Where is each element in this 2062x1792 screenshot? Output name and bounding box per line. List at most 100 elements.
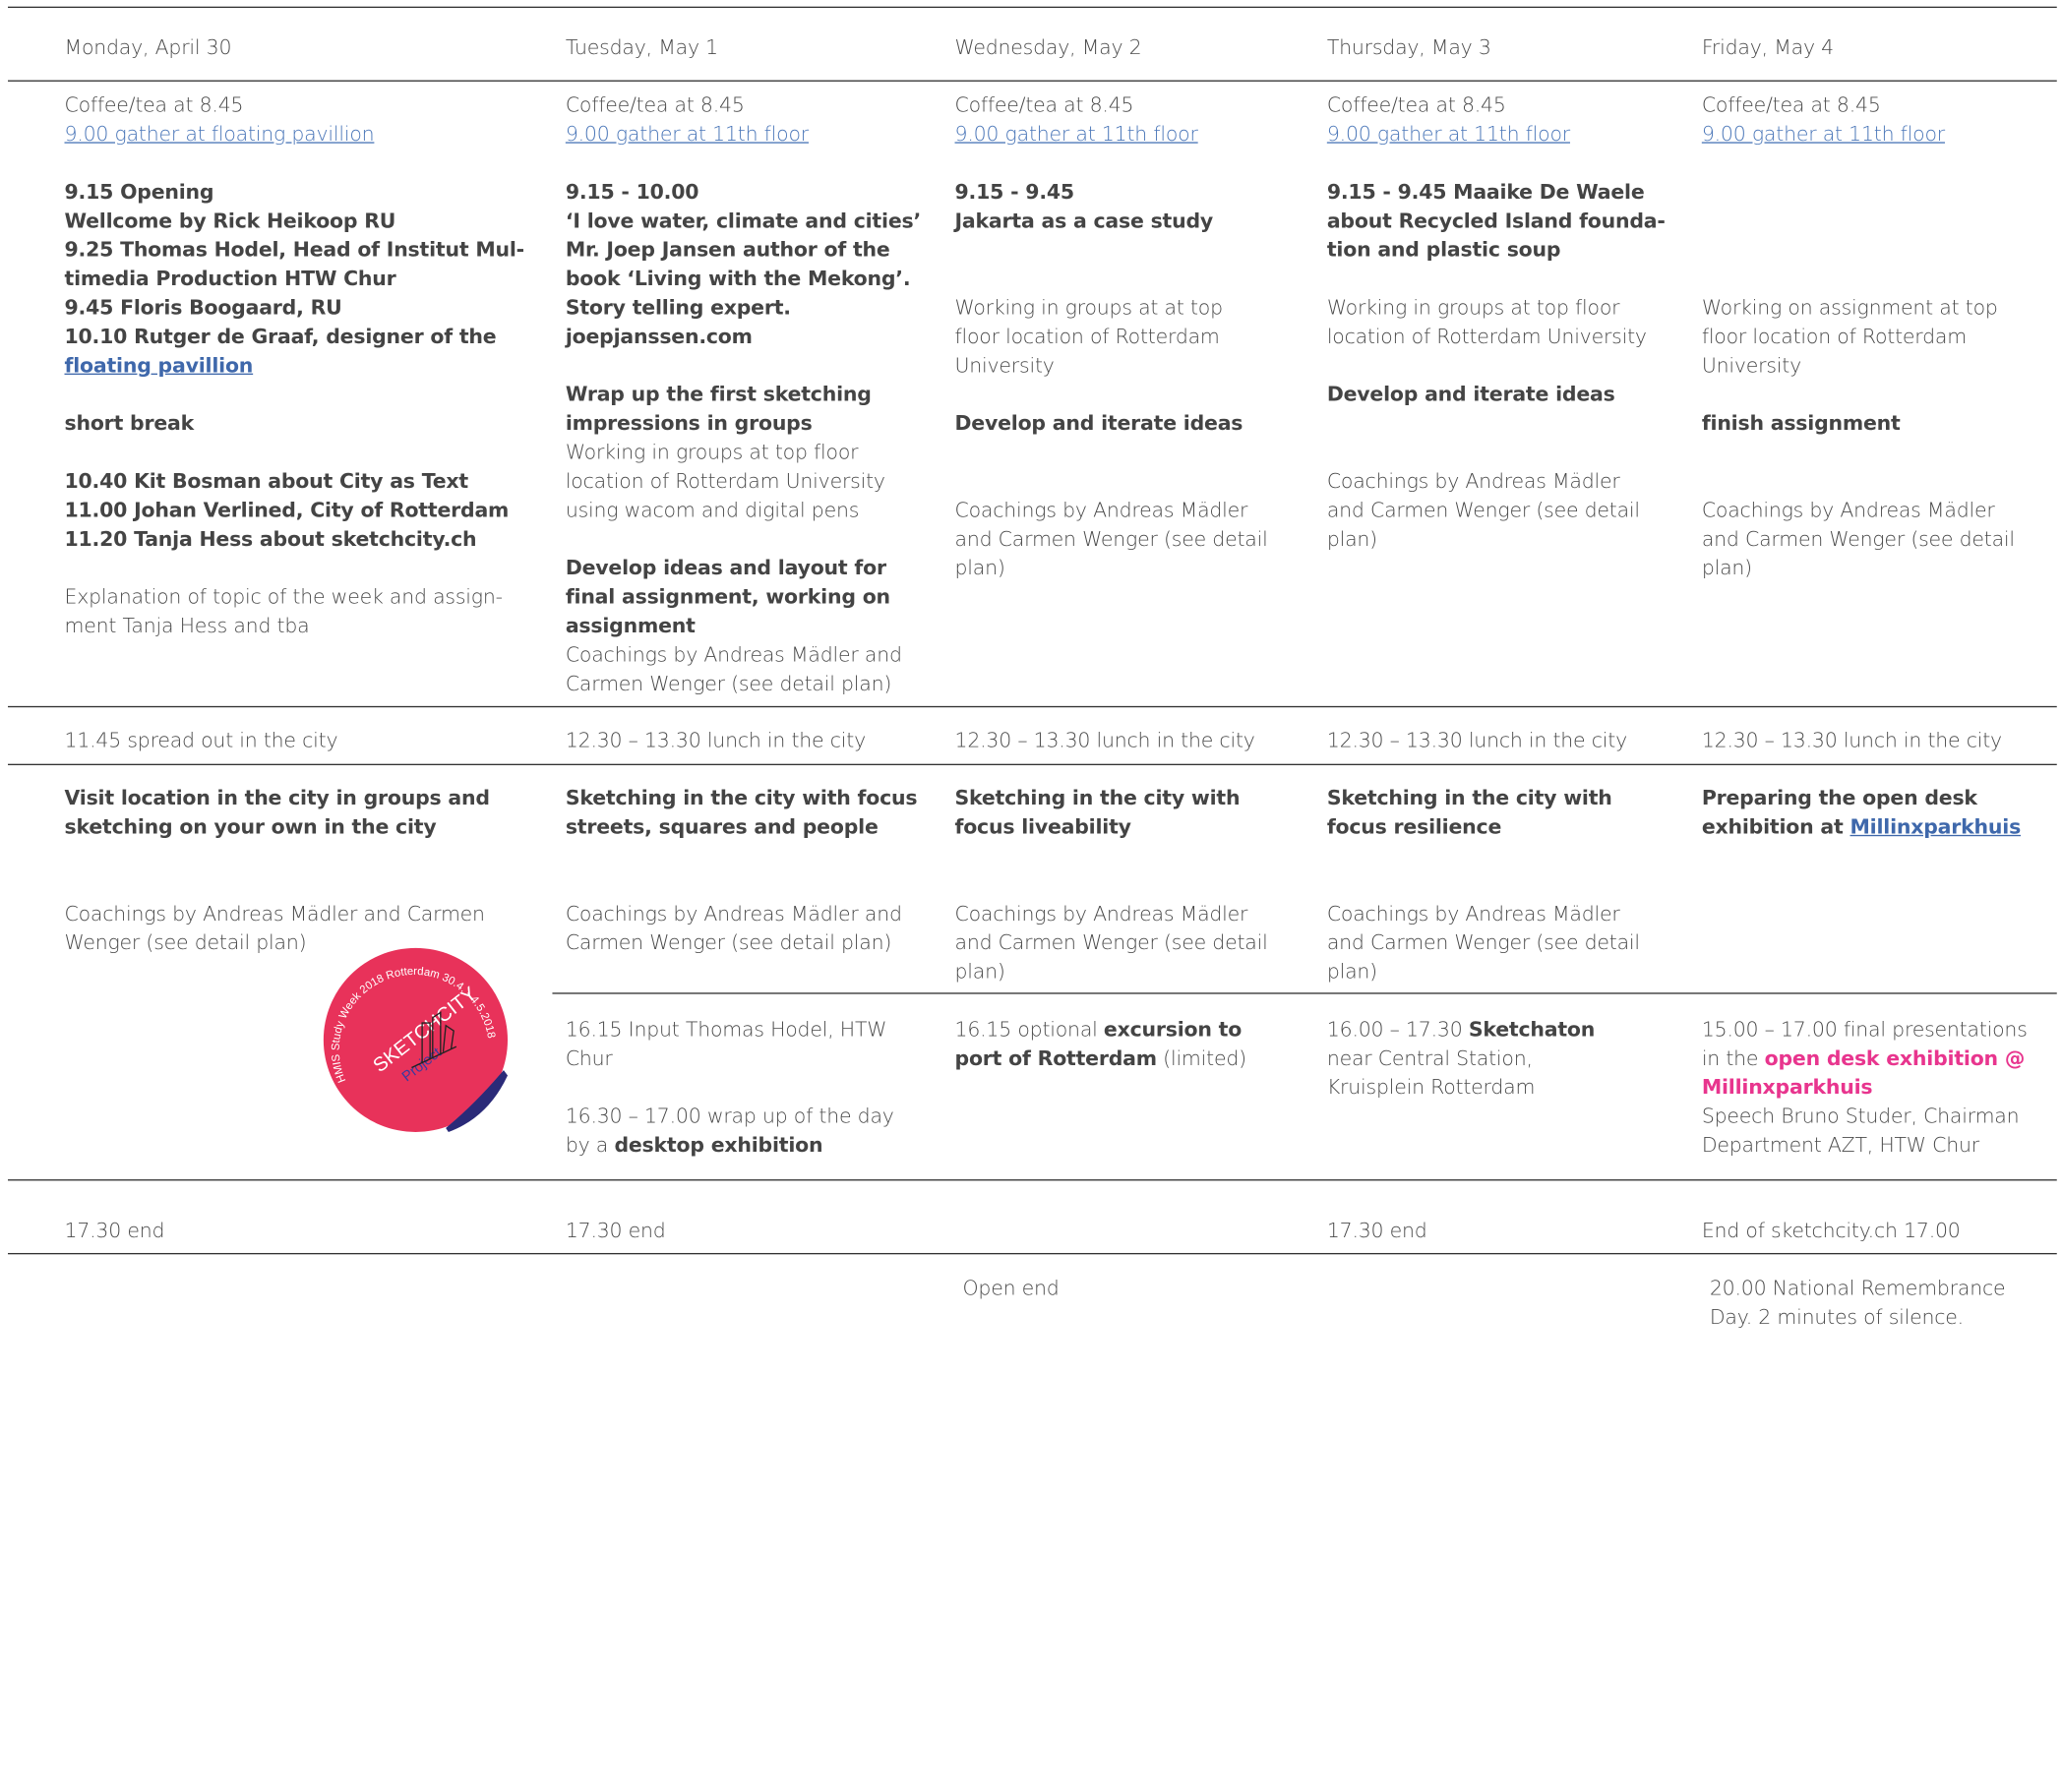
friday-afternoon: Preparing the open desk exhibition at Mi… bbox=[1702, 784, 2021, 842]
coaching-text: Coachings by Andreas Mädler bbox=[1326, 469, 1620, 494]
day-header-wednesday: Wednesday, May 2 bbox=[954, 35, 1142, 60]
coaching-text: and Carmen Wenger (see detail bbox=[1326, 498, 1640, 522]
coaching-text: Carmen Wenger (see detail plan) bbox=[565, 930, 892, 955]
program-text: Department AZT, HTW Chur bbox=[1701, 1133, 1979, 1158]
program-line: 9.15 - 9.45 bbox=[954, 180, 1075, 205]
program-line: Develop and iterate ideas bbox=[954, 411, 1243, 436]
coaching-text: Coachings by Andreas Mädler bbox=[954, 902, 1248, 926]
gather-link[interactable]: 9.00 gather at floating pavillion bbox=[65, 122, 375, 146]
friday-remembrance: 20.00 National Remembrance Day. 2 minute… bbox=[1710, 1274, 2006, 1332]
short-break: short break bbox=[64, 411, 195, 436]
tuesday-evening: 16.15 Input Thomas Hodel, HTW Chur 16.30… bbox=[566, 1015, 894, 1160]
day-header-thursday: Thursday, May 3 bbox=[1326, 35, 1491, 60]
program-line: 9.45 Floris Boogaard, RU bbox=[64, 295, 342, 320]
coaching-text: Coachings by Andreas Mädler bbox=[954, 498, 1248, 522]
coaching-text: plan) bbox=[954, 959, 1005, 984]
program-text: Working in groups at top floor bbox=[1326, 295, 1620, 320]
coaching-text: and Carmen Wenger (see detail bbox=[1701, 527, 2015, 552]
program-line: Story telling expert. bbox=[565, 295, 791, 320]
program-line: Sketching in the city with bbox=[954, 786, 1241, 810]
gather-link[interactable]: 9.00 gather at 11th floor bbox=[566, 122, 809, 146]
gather-link[interactable]: 9.00 gather at 11th floor bbox=[1327, 122, 1570, 146]
highlight-text: Millinxparkhuis bbox=[1701, 1075, 1873, 1100]
program-line: impressions in groups bbox=[565, 411, 813, 436]
program-text: by a bbox=[565, 1133, 615, 1158]
coffee-text: Coffee/tea at 8.45 bbox=[1701, 92, 1881, 117]
rule-afternoon-split bbox=[552, 992, 2057, 994]
program-line: streets, squares and people bbox=[565, 814, 879, 839]
program-line: Sketching in the city with bbox=[1326, 786, 1612, 810]
floating-pavillion-link[interactable]: floating pavillion bbox=[65, 354, 254, 378]
coaching-text: and Carmen Wenger (see detail bbox=[954, 930, 1268, 955]
coaching-text: plan) bbox=[1701, 556, 1752, 580]
program-line: excursion to bbox=[1103, 1017, 1243, 1042]
program-text: (limited) bbox=[1156, 1046, 1246, 1071]
coaching-text: Coachings by Andreas Mädler and bbox=[565, 902, 902, 926]
coaching-text: Coachings by Andreas Mädler and bbox=[565, 642, 902, 667]
friday-lunch: 12.30 – 13.30 lunch in the city bbox=[1701, 728, 2002, 752]
program-text: 20.00 National Remembrance bbox=[1709, 1277, 2006, 1301]
program-line: book ‘Living with the Mekong’. bbox=[565, 267, 911, 291]
program-line: about Recycled Island founda- bbox=[1326, 209, 1666, 233]
coffee-text: Coffee/tea at 8.45 bbox=[1326, 92, 1506, 117]
program-line: finish assignment bbox=[1701, 411, 1901, 436]
program-line: timedia Production HTW Chur bbox=[64, 267, 396, 291]
program-text: near Central Station, bbox=[1326, 1046, 1533, 1071]
program-text: exhibition at bbox=[1701, 814, 1850, 839]
rule-afternoon bbox=[8, 1179, 2057, 1181]
program-line: final assignment, working on bbox=[565, 584, 890, 609]
program-text: location of Rotterdam University bbox=[565, 469, 885, 494]
gather-link[interactable]: 9.00 gather at 11th floor bbox=[1702, 122, 1945, 146]
thursday-lunch: 12.30 – 13.30 lunch in the city bbox=[1326, 728, 1627, 752]
coffee-text: Coffee/tea at 8.45 bbox=[565, 92, 745, 117]
wednesday-morning: Coffee/tea at 8.45 9.00 gather at 11th f… bbox=[955, 90, 1268, 582]
program-line: 10.40 Kit Bosman about City as Text bbox=[64, 469, 469, 494]
program-line: Develop ideas and layout for bbox=[565, 556, 886, 580]
program-text: 16.15 optional bbox=[954, 1017, 1104, 1042]
tuesday-morning: Coffee/tea at 8.45 9.00 gather at 11th f… bbox=[566, 90, 921, 698]
program-line: tion and plastic soup bbox=[1326, 237, 1561, 263]
program-line: 9.15 - 10.00 bbox=[565, 180, 699, 205]
program-text: 16.00 – 17.30 bbox=[1326, 1017, 1469, 1042]
program-text: 16.15 Input Thomas Hodel, HTW bbox=[565, 1017, 887, 1042]
monday-end: 17.30 end bbox=[64, 1219, 165, 1243]
program-line: assignment bbox=[565, 614, 696, 638]
program-text: Speech Bruno Studer, Chairman bbox=[1701, 1104, 2020, 1128]
wednesday-afternoon: Sketching in the city with focus liveabi… bbox=[955, 784, 1268, 986]
program-text: 16.30 – 17.00 wrap up of the day bbox=[565, 1104, 894, 1128]
program-text: University bbox=[1701, 353, 1801, 378]
wednesday-open-end: Open end bbox=[962, 1277, 1060, 1301]
thursday-evening: 16.00 – 17.30 Sketchaton near Central St… bbox=[1326, 1015, 1596, 1102]
program-line: Visit location in the city in groups and bbox=[64, 786, 491, 810]
program-line: Develop and iterate ideas bbox=[1326, 383, 1615, 407]
program-text: University bbox=[954, 353, 1055, 378]
program-line: Sketchaton bbox=[1468, 1017, 1596, 1042]
friday-morning: Coffee/tea at 8.45 9.00 gather at 11th f… bbox=[1702, 90, 2015, 582]
program-text: in the bbox=[1701, 1046, 1765, 1071]
program-line: 10.10 Rutger de Graaf, designer of the bbox=[64, 325, 497, 349]
gather-link[interactable]: 9.00 gather at 11th floor bbox=[955, 122, 1198, 146]
program-text: location of Rotterdam University bbox=[1326, 325, 1647, 349]
program-text: 15.00 – 17.00 final presentations bbox=[1701, 1017, 2028, 1042]
coaching-text: Carmen Wenger (see detail plan) bbox=[565, 672, 892, 696]
program-line: Wrap up the first sketching bbox=[565, 383, 872, 407]
program-line: 9.25 Thomas Hodel, Head of Institut Mul- bbox=[64, 237, 525, 263]
program-text: Working on assignment at top bbox=[1701, 295, 1998, 320]
program-line: 9.15 Opening bbox=[64, 180, 214, 205]
rule-morning bbox=[8, 705, 2057, 708]
schedule-page: Monday, April 30 Tuesday, May 1 Wednesda… bbox=[0, 0, 2062, 1792]
program-text: Day. 2 minutes of silence. bbox=[1709, 1305, 1964, 1330]
program-line: 11.20 Tanja Hess about sketchcity.ch bbox=[64, 527, 477, 552]
program-line: Wellcome by Rick Heikoop RU bbox=[64, 209, 396, 233]
coaching-text: plan) bbox=[954, 556, 1005, 580]
program-text: Kruisplein Rotterdam bbox=[1326, 1075, 1536, 1100]
tuesday-end: 17.30 end bbox=[565, 1219, 666, 1243]
coaching-text: plan) bbox=[1326, 959, 1377, 984]
millinxparkhuis-link[interactable]: Millinxparkhuis bbox=[1850, 815, 2022, 839]
program-line: port of Rotterdam bbox=[954, 1046, 1158, 1071]
wednesday-lunch: 12.30 – 13.30 lunch in the city bbox=[954, 728, 1255, 752]
day-header-monday: Monday, April 30 bbox=[64, 35, 232, 60]
coaching-text: and Carmen Wenger (see detail bbox=[954, 527, 1268, 552]
coffee-text: Coffee/tea at 8.45 bbox=[954, 92, 1134, 117]
program-text: Chur bbox=[565, 1046, 613, 1071]
